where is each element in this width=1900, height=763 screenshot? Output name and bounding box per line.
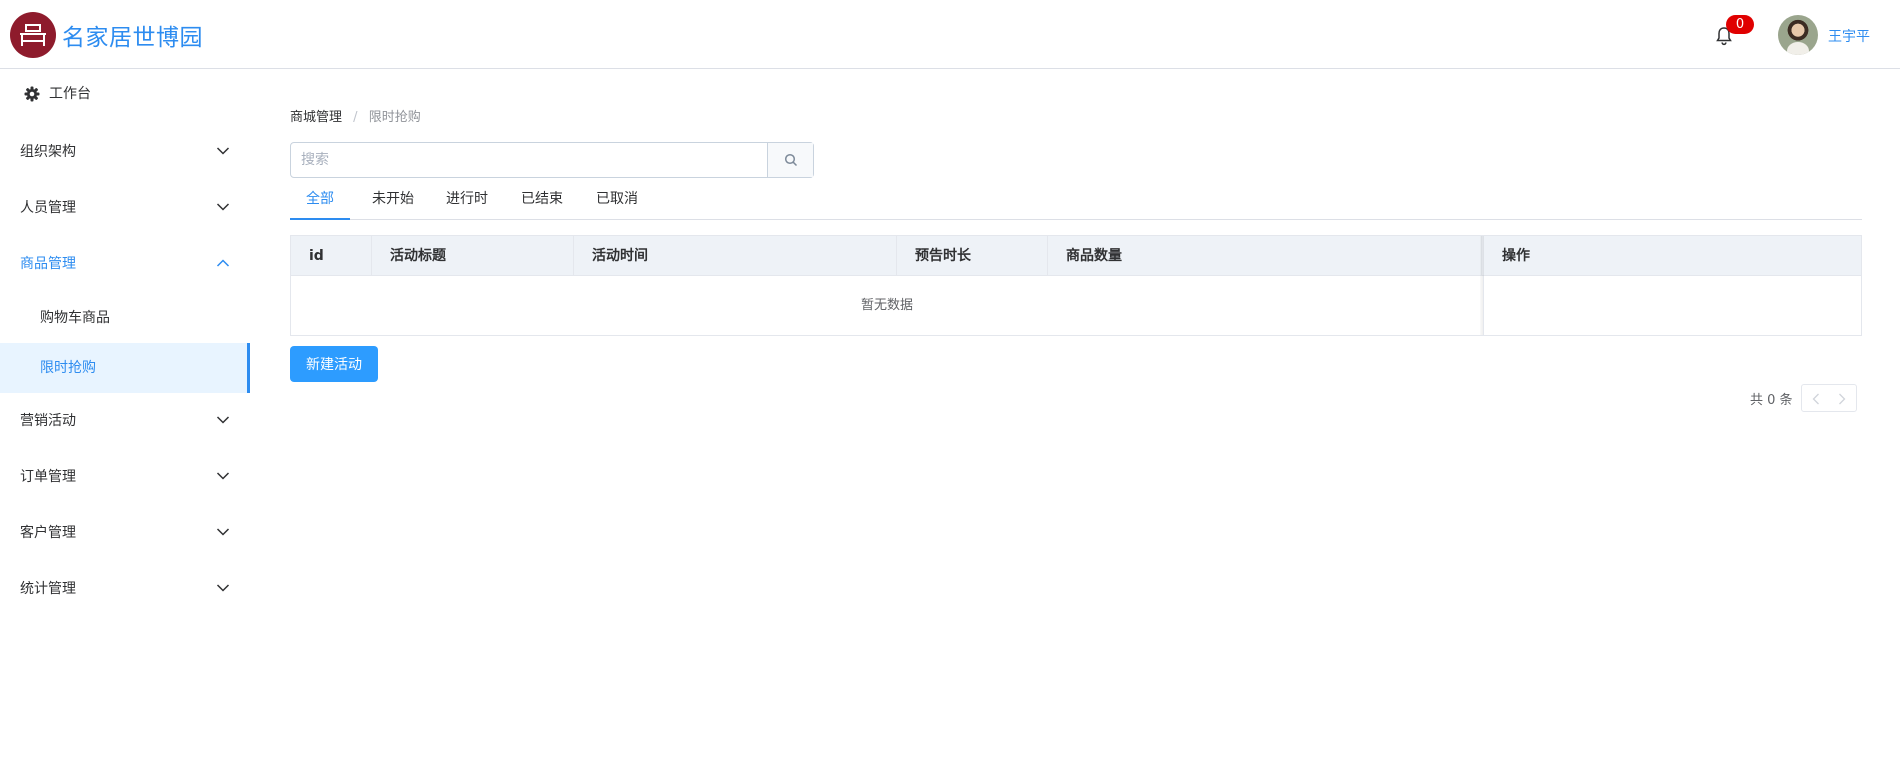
breadcrumb-current: 限时抢购	[368, 110, 421, 125]
sidebar-subitem-label: 限时抢购	[40, 360, 96, 376]
new-activity-button[interactable]: 新建活动	[290, 346, 378, 382]
sidebar-subitem-flash-sale[interactable]: 限时抢购	[0, 343, 250, 393]
sidebar-item-label: 统计管理	[20, 581, 76, 597]
column-header-product-count[interactable]: 商品数量	[1048, 236, 1482, 276]
sidebar-item-marketing[interactable]: 营销活动	[0, 397, 250, 445]
sidebar-item-organization[interactable]: 组织架构	[0, 128, 250, 176]
sidebar-item-label: 人员管理	[20, 200, 76, 216]
table-header: id 活动标题 活动时间 预告时长 商品数量 操作	[291, 236, 1861, 276]
chevron-down-icon	[216, 472, 230, 480]
tab-cancelled[interactable]: 已取消	[589, 186, 645, 220]
user-avatar[interactable]	[1778, 15, 1818, 55]
sidebar-item-label: 营销活动	[20, 413, 76, 429]
bed-icon	[20, 24, 46, 46]
chevron-down-icon	[216, 528, 230, 536]
column-header-id[interactable]: id	[291, 236, 372, 276]
column-header-title[interactable]: 活动标题	[372, 236, 574, 276]
gear-icon	[24, 86, 40, 102]
chevron-down-icon	[216, 147, 230, 155]
sidebar-item-label: 工作台	[49, 86, 91, 102]
chevron-down-icon	[216, 416, 230, 424]
sidebar-subitem-cart-products[interactable]: 购物车商品	[0, 293, 250, 343]
search-button[interactable]	[767, 143, 813, 177]
chevron-up-icon	[216, 259, 230, 267]
breadcrumb-parent[interactable]: 商城管理	[290, 110, 342, 125]
activity-table: id 活动标题 活动时间 预告时长 商品数量 操作 暂无数据	[290, 235, 1862, 336]
brand-name: 名家居世博园	[62, 25, 203, 51]
pagination-total: 共 0 条	[1750, 393, 1793, 408]
sidebar-item-orders[interactable]: 订单管理	[0, 453, 250, 501]
sidebar-item-label: 客户管理	[20, 525, 76, 541]
sidebar-item-dashboard[interactable]: 工作台	[0, 70, 250, 118]
sidebar-item-statistics[interactable]: 统计管理	[0, 565, 250, 613]
breadcrumb-separator: /	[353, 110, 358, 125]
tab-ended[interactable]: 已结束	[514, 186, 570, 220]
sidebar-item-label: 订单管理	[20, 469, 76, 485]
search-input[interactable]	[291, 143, 767, 177]
breadcrumb: 商城管理 / 限时抢购	[290, 106, 421, 125]
column-header-preview-duration[interactable]: 预告时长	[897, 236, 1048, 276]
notification-badge: 0	[1726, 15, 1754, 34]
tab-not-started[interactable]: 未开始	[365, 186, 421, 220]
chevron-right-icon[interactable]	[1838, 393, 1846, 405]
search-bar	[290, 142, 814, 178]
sidebar: 工作台 组织架构 人员管理 商品管理 购物车商品 限时抢购 营销活动 订单管理 …	[0, 70, 250, 763]
search-icon	[784, 153, 798, 167]
sidebar-item-personnel[interactable]: 人员管理	[0, 184, 250, 232]
chevron-down-icon	[216, 584, 230, 592]
pagination	[1801, 384, 1857, 412]
brand-logo[interactable]	[10, 12, 56, 58]
tab-all[interactable]: 全部	[290, 186, 350, 220]
sidebar-subitem-label: 购物车商品	[40, 310, 110, 326]
top-header: 名家居世博园 0 王宇平	[0, 0, 1900, 69]
column-header-time[interactable]: 活动时间	[574, 236, 897, 276]
column-header-actions: 操作	[1502, 248, 1530, 264]
sidebar-item-customers[interactable]: 客户管理	[0, 509, 250, 557]
table-empty-text: 暂无数据	[860, 298, 913, 313]
sidebar-item-label: 商品管理	[20, 256, 76, 272]
sidebar-item-label: 组织架构	[20, 144, 76, 160]
username-link[interactable]: 王宇平	[1828, 26, 1870, 46]
sidebar-item-products[interactable]: 商品管理	[0, 240, 250, 288]
status-tabs: 全部 未开始 进行时 已结束 已取消	[290, 186, 1862, 220]
tab-in-progress[interactable]: 进行时	[439, 186, 495, 220]
fixed-column-divider	[1483, 276, 1484, 335]
chevron-left-icon[interactable]	[1812, 393, 1820, 405]
chevron-down-icon	[216, 203, 230, 211]
